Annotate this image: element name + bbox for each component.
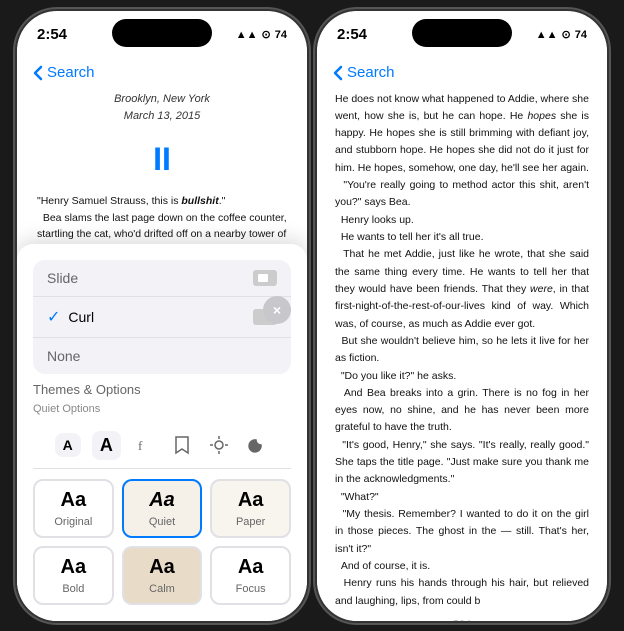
time-left: 2:54: [37, 26, 67, 43]
right-book-content: He does not know what happened to Addie,…: [317, 91, 607, 611]
font-large-btn[interactable]: A: [92, 431, 121, 460]
theme-paper[interactable]: Aa Paper: [210, 479, 291, 538]
theme-bold[interactable]: Aa Bold: [33, 546, 114, 605]
chapter-number: II: [37, 134, 287, 185]
left-phone: 2:54 ▲▲ ⊙ 74 Search Brookl: [17, 11, 307, 621]
theme-original[interactable]: Aa Original: [33, 479, 114, 538]
right-book-paragraph: He does not know what happened to Addie,…: [335, 91, 589, 611]
themes-section-title: Themes & Options: [33, 382, 291, 397]
bookmark-icon[interactable]: [169, 432, 195, 458]
theme-calm[interactable]: Aa Calm: [122, 546, 203, 605]
time-right: 2:54: [337, 26, 367, 43]
brightness-icon[interactable]: [206, 432, 232, 458]
reading-toolbar: A A f: [33, 423, 291, 469]
back-button-right[interactable]: Search: [333, 64, 395, 81]
moon-icon[interactable]: [243, 432, 269, 458]
svg-text:f: f: [138, 438, 143, 453]
right-phone: 2:54 ▲▲ ⊙ 74 Search He doe: [317, 11, 607, 621]
dismiss-button[interactable]: ×: [263, 296, 291, 324]
page-number: 524: [317, 611, 607, 621]
theme-quiet[interactable]: Aa Quiet: [122, 479, 203, 538]
back-button-left[interactable]: Search: [33, 64, 95, 81]
slide-option-slide[interactable]: Slide: [33, 260, 291, 297]
slide-option-none[interactable]: None: [33, 338, 291, 374]
status-icons-right: ▲▲ ⊙ 74: [536, 28, 587, 41]
book-header: Brooklyn, New York March 13, 2015: [37, 91, 287, 126]
slide-option-curl[interactable]: ✓ Curl: [33, 297, 291, 338]
theme-focus[interactable]: Aa Focus: [210, 546, 291, 605]
slide-icon: [253, 270, 277, 286]
font-small-btn[interactable]: A: [55, 433, 81, 457]
dynamic-island: [112, 19, 212, 47]
status-icons-left: ▲▲ ⊙ 74: [236, 28, 287, 41]
themes-sub: Quiet Options: [33, 403, 291, 415]
font-icon[interactable]: f: [132, 432, 158, 458]
nav-bar-right: Search: [317, 55, 607, 91]
slide-options: Slide ✓ Curl: [33, 260, 291, 374]
dynamic-island-right: [412, 19, 512, 47]
overlay-panel: Slide ✓ Curl: [17, 244, 307, 621]
theme-grid: Aa Original Aa Quiet Aa Paper Aa Bold: [33, 479, 291, 605]
nav-bar-left: Search: [17, 55, 307, 91]
